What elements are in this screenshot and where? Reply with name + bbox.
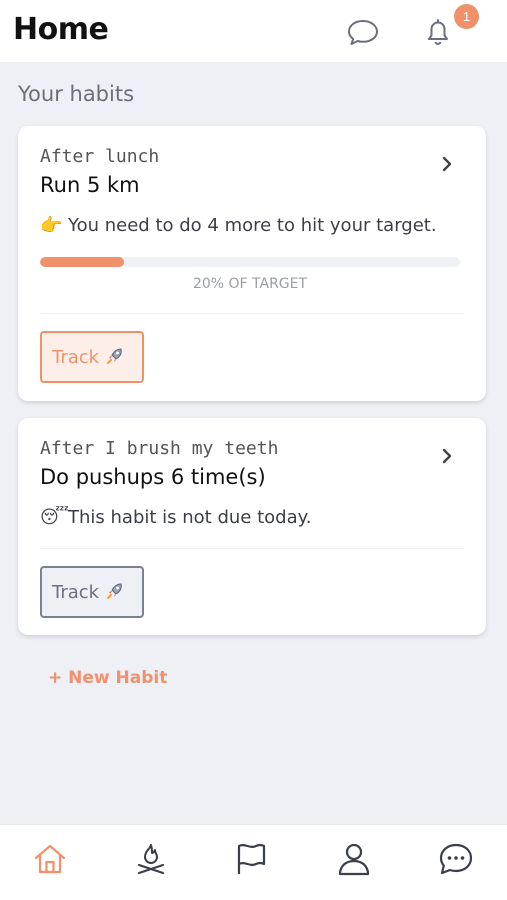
tab-chat-icon[interactable] xyxy=(436,839,476,879)
chevron-right-icon[interactable] xyxy=(438,155,456,173)
habit-card[interactable]: After lunch Run 5 km 👉 You need to do 4 m… xyxy=(18,126,486,401)
section-title: Your habits xyxy=(18,82,135,106)
page-title: Home xyxy=(13,12,109,47)
rocket-icon xyxy=(105,582,125,603)
habit-note-text: You need to do 4 more to hit your target… xyxy=(68,215,437,236)
habit-note-text: This habit is not due today. xyxy=(68,507,312,528)
track-button[interactable]: Track xyxy=(40,331,144,383)
bottom-tab-bar xyxy=(0,824,507,900)
divider xyxy=(40,313,464,314)
habit-cue: After I brush my teeth xyxy=(40,438,279,459)
track-button[interactable]: Track xyxy=(40,566,144,618)
habit-cue: After lunch xyxy=(40,146,160,167)
track-button-label: Track xyxy=(52,347,100,368)
habit-note: 😴This habit is not due today. xyxy=(40,507,311,528)
track-button-label: Track xyxy=(52,582,100,603)
tab-flag-icon[interactable] xyxy=(232,839,272,879)
habit-card[interactable]: After I brush my teeth Do pushups 6 time… xyxy=(18,418,486,635)
rocket-icon xyxy=(105,347,125,368)
chevron-right-icon[interactable] xyxy=(438,447,456,465)
notifications-bell-icon[interactable] xyxy=(420,14,456,50)
divider xyxy=(40,548,464,549)
habit-note: 👉 You need to do 4 more to hit your targe… xyxy=(40,215,437,236)
header-bar: Home 1 xyxy=(0,0,507,62)
notification-count-badge: 1 xyxy=(454,4,479,29)
sleeping-face-icon: 😴 xyxy=(40,507,69,528)
progress-bar xyxy=(40,257,460,267)
habit-name: Run 5 km xyxy=(40,173,140,197)
progress-label: 20% OF TARGET xyxy=(192,276,308,292)
tab-home-icon[interactable] xyxy=(30,839,70,879)
new-habit-link[interactable]: + New Habit xyxy=(48,668,167,688)
pointing-hand-icon: 👉 xyxy=(40,215,63,236)
messages-icon[interactable] xyxy=(345,14,381,50)
habit-name: Do pushups 6 time(s) xyxy=(40,465,266,489)
tab-profile-icon[interactable] xyxy=(334,839,374,879)
tab-campfire-icon[interactable] xyxy=(131,839,171,879)
progress-fill xyxy=(40,257,124,267)
